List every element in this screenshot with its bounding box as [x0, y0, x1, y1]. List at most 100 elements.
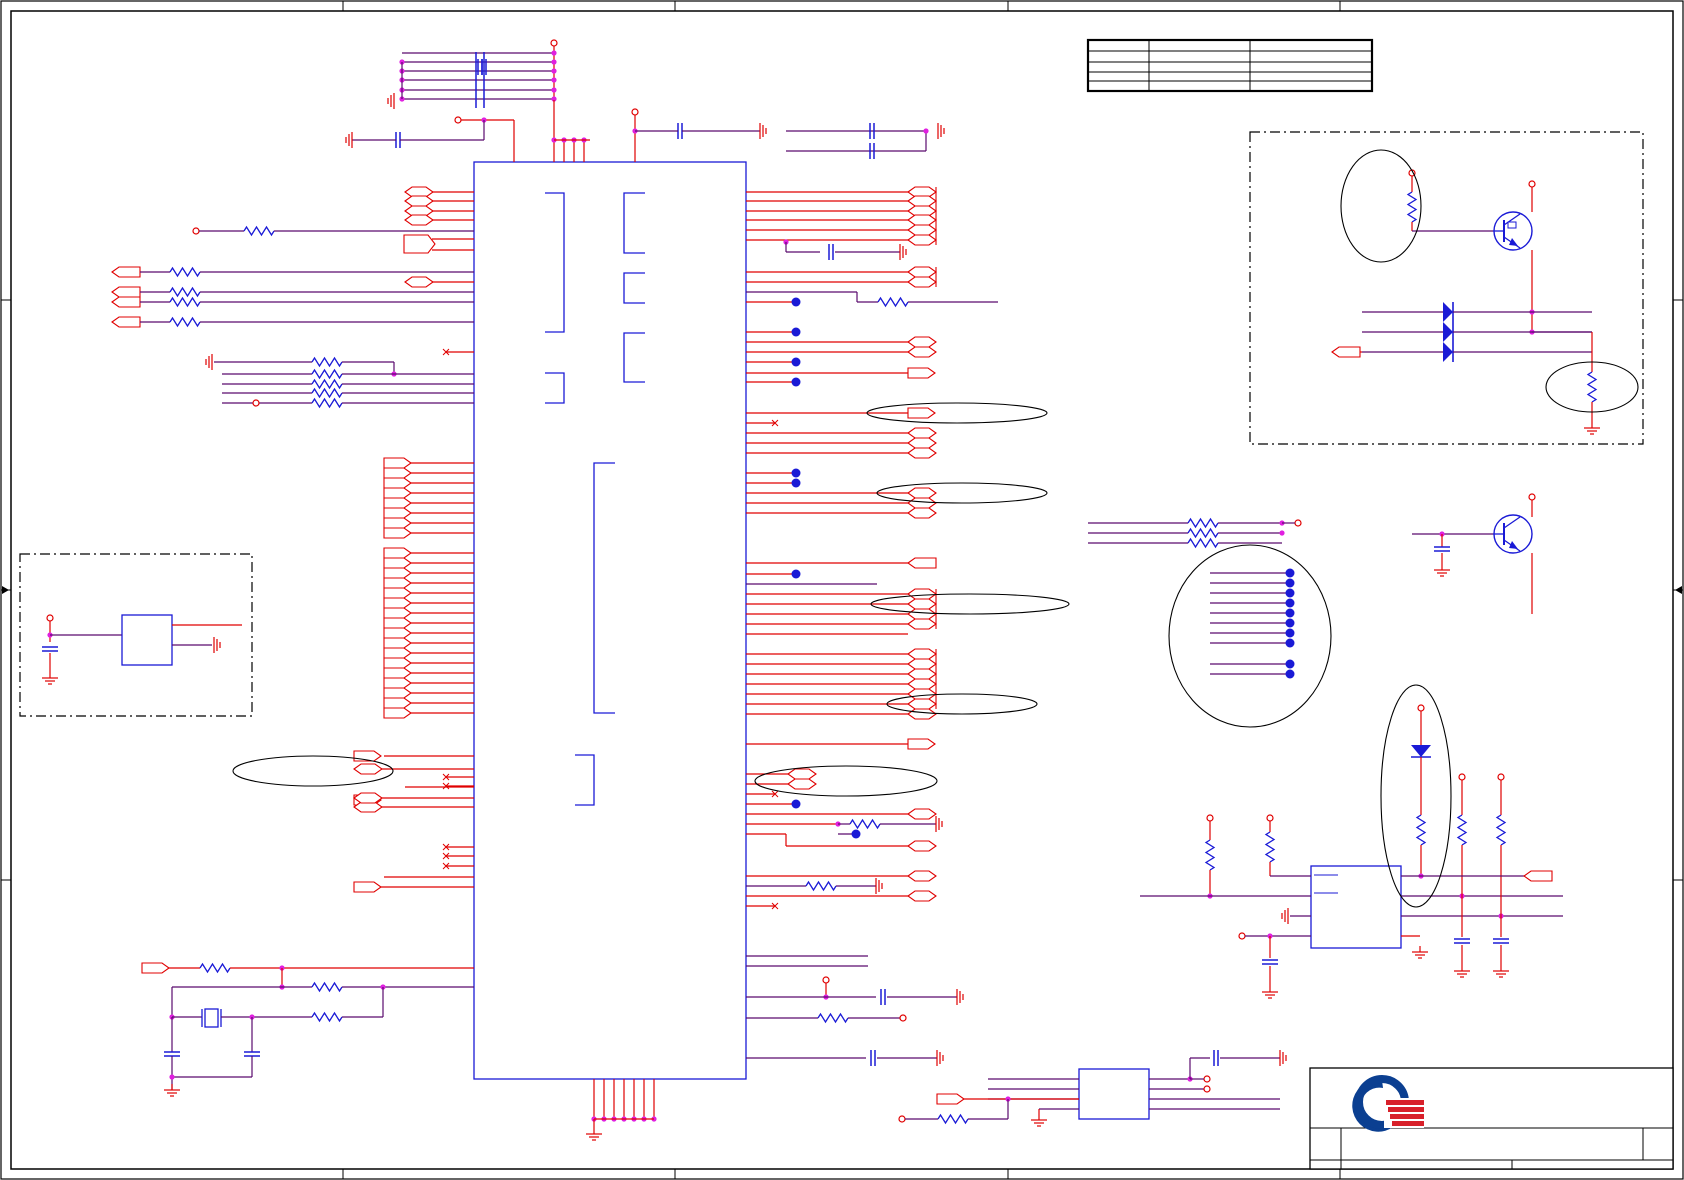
no-connect-dot	[851, 829, 861, 839]
no-connect-dot	[1285, 638, 1295, 648]
resistor-icon	[937, 1113, 969, 1125]
net-port-icon	[907, 808, 937, 820]
ground-icon	[1493, 965, 1509, 978]
ground-icon	[1434, 564, 1450, 577]
junction-dot	[551, 50, 557, 56]
no-connect-dot	[791, 377, 801, 387]
crystal-oscillator	[141, 962, 474, 1097]
resistor-icon	[1187, 517, 1219, 529]
power-port-icon	[454, 116, 462, 124]
net-port-icon	[403, 234, 436, 254]
ic-pin-group-bracket	[593, 462, 615, 714]
net-port-icon	[383, 467, 412, 479]
junction-dot	[551, 59, 557, 65]
net-port-icon	[111, 316, 141, 328]
net-port-icon	[111, 286, 141, 298]
net-port-icon	[383, 677, 412, 689]
junction-dot	[551, 68, 557, 74]
net-port-icon	[383, 577, 412, 589]
no-connect-dot	[1285, 669, 1295, 679]
resistor-icon	[1187, 537, 1219, 549]
net-port-icon	[907, 688, 937, 700]
resistor-icon	[1456, 814, 1468, 846]
net-port-icon	[907, 214, 937, 226]
buffer-ic-body	[1078, 1068, 1150, 1120]
no-connect-dot	[791, 357, 801, 367]
ground-icon	[164, 1084, 180, 1097]
ground-icon	[205, 354, 213, 370]
title-block	[1309, 1067, 1674, 1170]
net-port-icon	[907, 346, 937, 358]
net-port-icon	[1331, 346, 1361, 358]
net-port-icon	[383, 617, 412, 629]
net-port-icon	[907, 870, 937, 882]
power-port-icon	[1238, 932, 1246, 940]
net-port-icon	[907, 224, 937, 236]
resistor-icon	[1264, 831, 1276, 863]
ground-icon	[1031, 1114, 1047, 1127]
inner-border	[10, 10, 1674, 1170]
net-port-icon	[907, 618, 937, 630]
resistor-icon	[1187, 527, 1219, 539]
no-connect-dot	[791, 569, 801, 579]
ground-icon	[935, 816, 943, 832]
resistor-icon	[1586, 371, 1598, 403]
net-port-icon	[353, 881, 382, 893]
net-port-icon	[383, 517, 412, 529]
net-port-icon	[787, 768, 817, 780]
net-port-icon	[383, 557, 412, 569]
net-port-icon	[383, 667, 412, 679]
led-diode-icon	[1443, 322, 1453, 342]
ic-pin-group-bracket	[575, 754, 595, 806]
net-port-icon	[383, 497, 412, 509]
resistor-icon	[243, 225, 275, 237]
resistor-icon	[311, 387, 343, 399]
net-port-icon	[907, 608, 937, 620]
power-port-icon	[550, 39, 558, 47]
reset-ic-body	[121, 614, 173, 666]
ground-icon	[345, 132, 353, 148]
eeprom-ic-body	[1310, 865, 1402, 949]
junction-dot	[551, 87, 557, 93]
net-port-icon	[1523, 870, 1553, 882]
power-port-icon	[1203, 1085, 1211, 1093]
power-port-icon	[252, 399, 260, 407]
resistor-icon	[311, 368, 343, 380]
no-connect-dot	[1285, 568, 1295, 578]
ic-pin-group-bracket	[623, 272, 645, 304]
transistor-arrow-icon	[1509, 238, 1518, 246]
power-port-icon	[1294, 519, 1302, 527]
net-port-icon	[383, 477, 412, 489]
net-port-icon	[936, 1093, 965, 1105]
ic-pin-group-bracket	[545, 372, 565, 404]
ground-icon	[1454, 965, 1470, 978]
ground-icon	[936, 1050, 944, 1066]
net-port-icon	[907, 557, 937, 569]
schematic-canvas	[0, 0, 1684, 1180]
resistor-icon	[169, 266, 201, 278]
net-port-icon	[907, 598, 937, 610]
logo-stripe	[1390, 1114, 1424, 1119]
power-port-icon	[1528, 493, 1536, 501]
net-port-icon	[907, 427, 937, 439]
no-connect-dot	[1285, 578, 1295, 588]
right-signal-nets	[746, 186, 998, 1066]
net-port-icon	[907, 437, 937, 449]
ground-icon	[213, 637, 221, 653]
power-port-icon	[1497, 773, 1505, 781]
net-port-icon	[383, 567, 412, 579]
resistor-icon	[311, 397, 343, 409]
ground-icon	[899, 244, 907, 260]
power-port-icon	[192, 227, 200, 235]
net-port-icon	[383, 637, 412, 649]
net-port-icon	[787, 778, 817, 790]
dashed-region-border	[1249, 131, 1644, 445]
net-port-icon	[907, 698, 937, 710]
net-port-icon	[907, 588, 937, 600]
net-port-icon	[907, 668, 937, 680]
net-port-icon	[907, 266, 937, 278]
net-port-icon	[383, 457, 412, 469]
resistor-icon	[1495, 814, 1507, 846]
net-port-icon	[383, 607, 412, 619]
net-port-icon	[383, 527, 412, 539]
